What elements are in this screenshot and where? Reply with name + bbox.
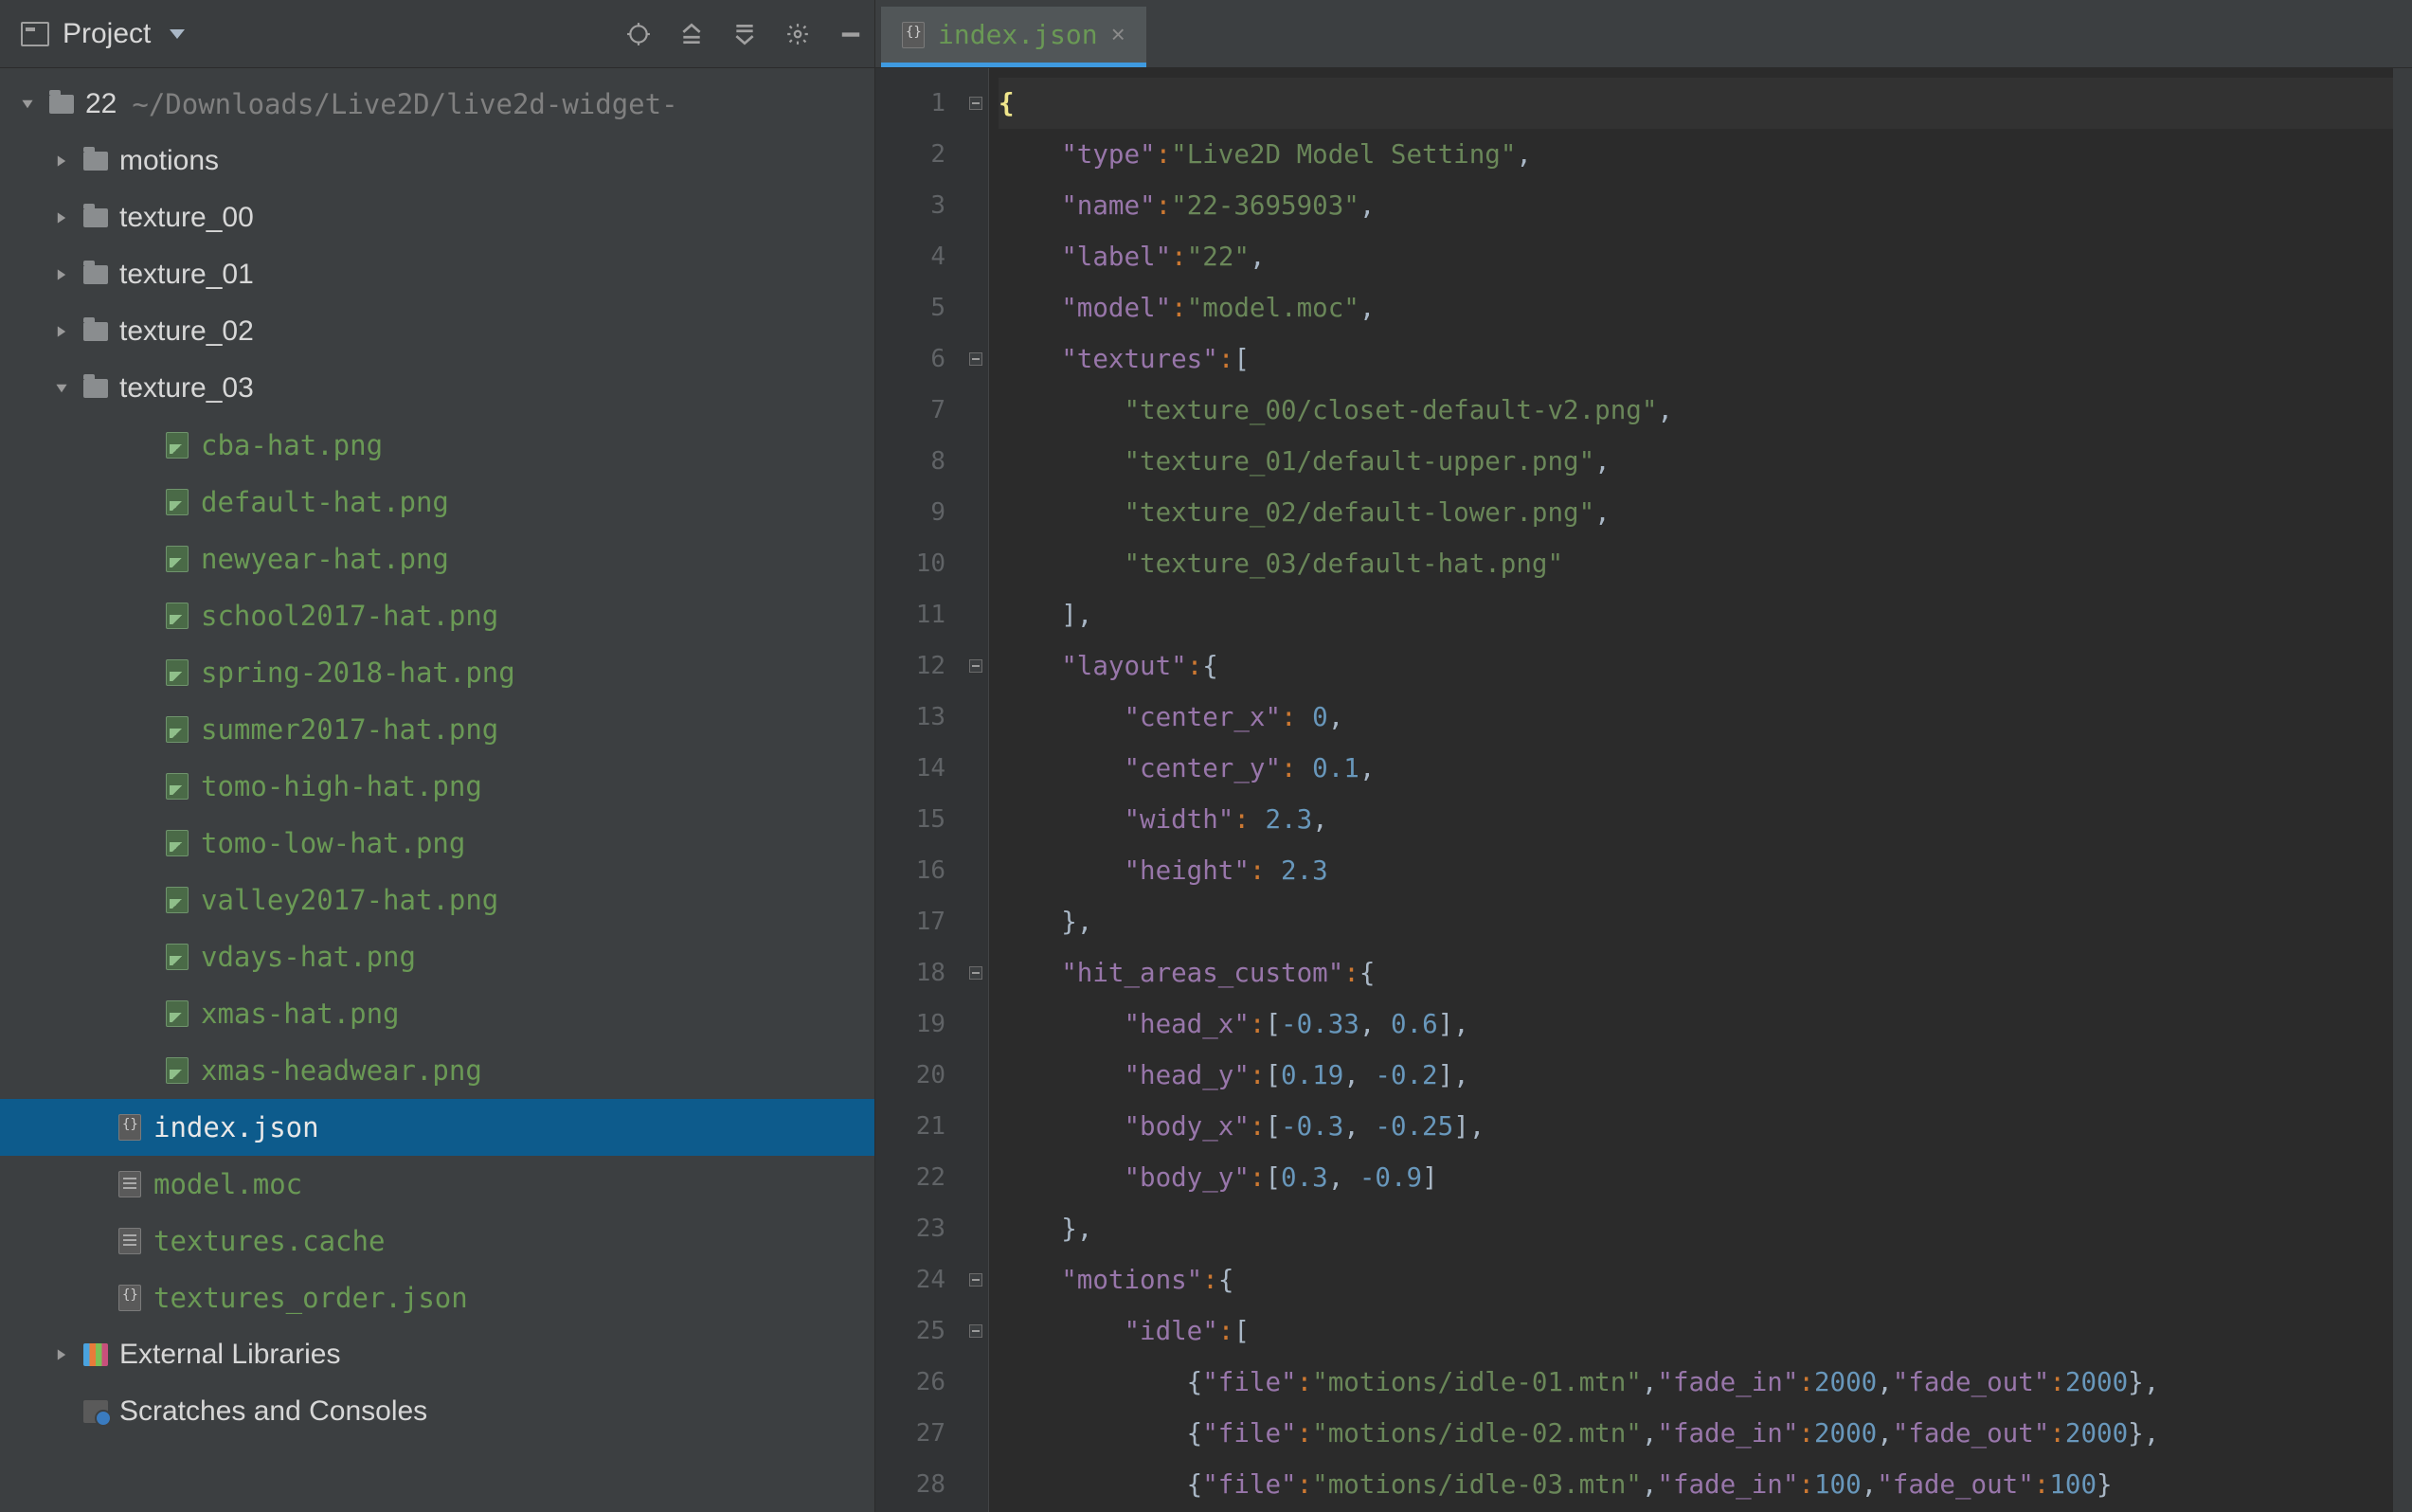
tree-file[interactable]: cba-hat.png: [0, 417, 874, 474]
tree-file[interactable]: tomo-high-hat.png: [0, 758, 874, 815]
editor-tabs: index.json ×: [875, 0, 2412, 68]
tree-file-index-json[interactable]: index.json: [0, 1099, 874, 1156]
editor-scrollbar[interactable]: [2393, 68, 2412, 1512]
folder-icon: [83, 322, 108, 341]
code-editor[interactable]: 1234567891011121314151617181920212223242…: [875, 68, 2412, 1512]
tree-file[interactable]: vdays-hat.png: [0, 928, 874, 985]
tree-folder-texture_02[interactable]: texture_02: [0, 303, 874, 360]
code-content[interactable]: { "type":"Live2D Model Setting", "name":…: [989, 68, 2393, 1512]
project-toolbar: [624, 20, 865, 48]
tree-file[interactable]: school2017-hat.png: [0, 587, 874, 644]
settings-icon[interactable]: [783, 20, 812, 48]
line-number-gutter: 1234567891011121314151617181920212223242…: [875, 68, 963, 1512]
json-file-icon: [118, 1285, 141, 1311]
external-libraries[interactable]: External Libraries: [0, 1326, 874, 1383]
tree-file[interactable]: default-hat.png: [0, 474, 874, 531]
tree-file[interactable]: xmas-hat.png: [0, 985, 874, 1042]
image-file-icon: [166, 1000, 189, 1027]
image-file-icon: [166, 432, 189, 459]
collapse-all-icon[interactable]: [730, 20, 759, 48]
image-file-icon: [166, 1057, 189, 1084]
tree-folder-texture_00[interactable]: texture_00: [0, 189, 874, 246]
tab-label: index.json: [938, 19, 1098, 50]
folder-icon: [83, 152, 108, 171]
image-file-icon: [166, 773, 189, 800]
tree-folder-texture_01[interactable]: texture_01: [0, 246, 874, 303]
tree-file-model-moc[interactable]: model.moc: [0, 1156, 874, 1213]
folder-icon: [49, 95, 74, 114]
image-file-icon: [166, 659, 189, 686]
tree-file[interactable]: summer2017-hat.png: [0, 701, 874, 758]
tree-file[interactable]: spring-2018-hat.png: [0, 644, 874, 701]
scratches-and-consoles[interactable]: Scratches and Consoles: [0, 1383, 874, 1440]
close-tab-icon[interactable]: ×: [1111, 20, 1125, 49]
folder-icon: [83, 379, 108, 398]
tree-file[interactable]: tomo-low-hat.png: [0, 815, 874, 872]
tree-file[interactable]: valley2017-hat.png: [0, 872, 874, 928]
tree-file-textures_order-json[interactable]: textures_order.json: [0, 1269, 874, 1326]
project-view-selector[interactable]: Project: [21, 18, 185, 50]
json-file-icon: [118, 1114, 141, 1141]
tab-index-json[interactable]: index.json ×: [881, 7, 1146, 67]
project-icon: [21, 22, 49, 46]
scratches-icon: [83, 1400, 108, 1423]
project-tree[interactable]: 22 ~/Downloads/Live2D/live2d-widget- mot…: [0, 68, 874, 1512]
folder-icon: [83, 208, 108, 227]
image-file-icon: [166, 603, 189, 629]
tree-file-textures-cache[interactable]: textures.cache: [0, 1213, 874, 1269]
image-file-icon: [166, 887, 189, 913]
image-file-icon: [166, 830, 189, 856]
fold-gutter[interactable]: [963, 68, 989, 1512]
locate-icon[interactable]: [624, 20, 653, 48]
moc-file-icon: [118, 1171, 141, 1197]
project-tool-window: Project 22 ~/Downloads/Live2D/live2d-wid…: [0, 0, 875, 1512]
tree-folder-texture_03[interactable]: texture_03: [0, 360, 874, 417]
library-icon: [83, 1343, 108, 1366]
folder-icon: [83, 265, 108, 284]
image-file-icon: [166, 944, 189, 970]
image-file-icon: [166, 716, 189, 743]
tree-file[interactable]: newyear-hat.png: [0, 531, 874, 587]
tree-folder-motions[interactable]: motions: [0, 133, 874, 189]
expand-all-icon[interactable]: [677, 20, 706, 48]
project-header: Project: [0, 0, 874, 68]
json-file-icon: [902, 22, 925, 48]
editor-pane: index.json × 123456789101112131415161718…: [875, 0, 2412, 1512]
moc-file-icon: [118, 1228, 141, 1254]
tree-root[interactable]: 22 ~/Downloads/Live2D/live2d-widget-: [0, 76, 874, 133]
tree-file[interactable]: xmas-headwear.png: [0, 1042, 874, 1099]
chevron-down-icon: [170, 29, 185, 39]
project-label: Project: [63, 18, 151, 50]
image-file-icon: [166, 489, 189, 515]
image-file-icon: [166, 546, 189, 572]
hide-icon[interactable]: [837, 20, 865, 48]
